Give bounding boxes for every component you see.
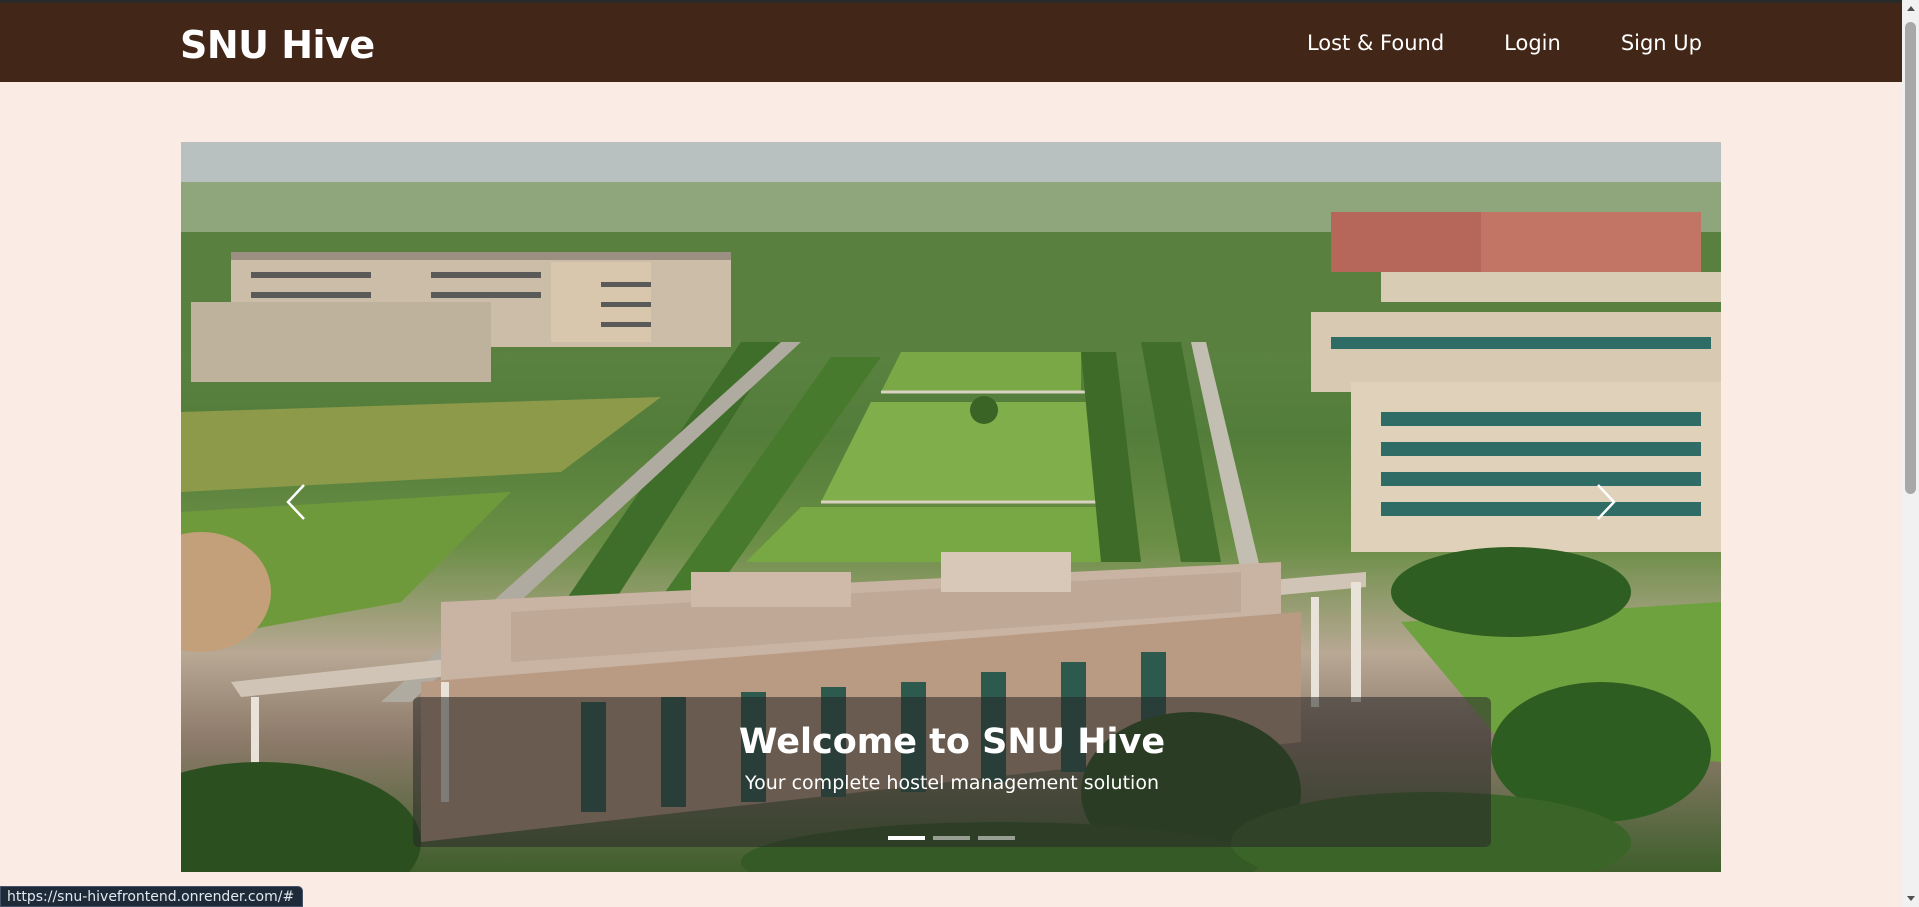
carousel-caption: Welcome to SNU Hive Your complete hostel… — [413, 697, 1491, 847]
chevron-left-icon — [286, 484, 305, 520]
carousel-indicator-2[interactable] — [932, 836, 970, 840]
carousel-indicator-1[interactable] — [887, 836, 925, 840]
chevron-right-icon — [1597, 484, 1616, 520]
scroll-down-arrow[interactable] — [1902, 890, 1919, 907]
scrollbar-thumb[interactable] — [1905, 22, 1916, 494]
nav-link-login[interactable]: Login — [1504, 31, 1561, 55]
vertical-scrollbar[interactable] — [1902, 0, 1919, 907]
nav-links: Lost & Found Login Sign Up — [1247, 31, 1702, 55]
carousel-indicators — [181, 836, 1721, 840]
nav-link-sign-up[interactable]: Sign Up — [1621, 31, 1702, 55]
carousel-next-button[interactable] — [1581, 472, 1631, 532]
carousel-prev-button[interactable] — [271, 472, 321, 532]
carousel-indicator-3[interactable] — [977, 836, 1015, 840]
scroll-up-arrow[interactable] — [1902, 0, 1919, 17]
hero-carousel: Welcome to SNU Hive Your complete hostel… — [181, 142, 1721, 872]
nav-link-lost-found[interactable]: Lost & Found — [1307, 31, 1444, 55]
status-bar-url: https://snu-hivefrontend.onrender.com/# — [0, 886, 304, 907]
navbar: SNU Hive Lost & Found Login Sign Up — [0, 3, 1919, 82]
carousel-caption-subtitle: Your complete hostel management solution — [745, 772, 1159, 794]
carousel-caption-title: Welcome to SNU Hive — [738, 722, 1166, 762]
brand-logo-link[interactable]: SNU Hive — [180, 23, 375, 67]
